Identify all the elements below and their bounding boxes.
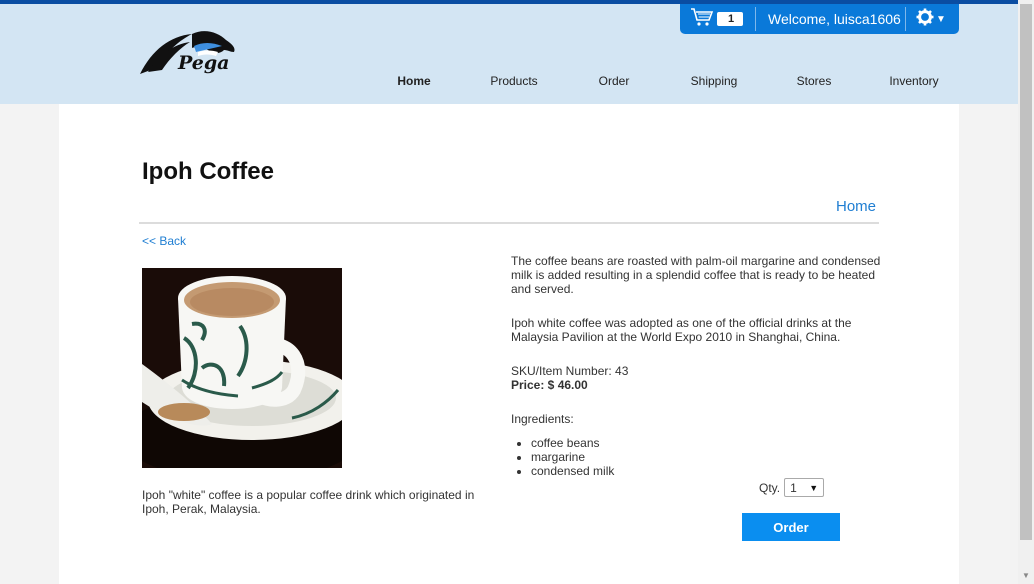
nav-item-shipping[interactable]: Shipping bbox=[664, 74, 764, 88]
nav-item-home[interactable]: Home bbox=[364, 74, 464, 88]
user-bar: 1 Welcome, luisca1606 ▼ bbox=[680, 4, 959, 34]
header: Pega 1 Welcome, luisca1606 ▼ Home Produc… bbox=[0, 4, 1018, 104]
quantity-select[interactable]: 1 ▼ bbox=[784, 478, 825, 497]
description-paragraph: The coffee beans are roasted with palm-o… bbox=[511, 254, 881, 296]
logo-wordmark: Pega bbox=[178, 52, 230, 74]
list-item: margarine bbox=[531, 450, 886, 464]
back-link[interactable]: << Back bbox=[142, 234, 186, 248]
image-caption: Ipoh "white" coffee is a popular coffee … bbox=[142, 488, 475, 516]
cart-count-badge: 1 bbox=[717, 12, 744, 26]
ingredients-list: coffee beans margarine condensed milk bbox=[511, 436, 886, 478]
cart-button[interactable]: 1 bbox=[680, 4, 755, 34]
gear-icon bbox=[916, 8, 934, 31]
nav-item-products[interactable]: Products bbox=[464, 74, 564, 88]
product-description: The coffee beans are roasted with palm-o… bbox=[511, 254, 886, 478]
chevron-down-icon: ▼ bbox=[936, 13, 946, 25]
description-paragraph: Ipoh white coffee was adopted as one of … bbox=[511, 316, 852, 344]
list-item: condensed milk bbox=[531, 464, 886, 478]
ingredients-label: Ingredients: bbox=[511, 412, 574, 426]
scrollbar-thumb[interactable] bbox=[1020, 4, 1032, 540]
scroll-down-icon[interactable]: ▼ bbox=[1022, 571, 1030, 580]
nav-item-inventory[interactable]: Inventory bbox=[864, 74, 964, 88]
cart-icon bbox=[690, 7, 714, 32]
product-detail-panel: Ipoh Coffee Home << Back Ipoh "white" co… bbox=[59, 104, 959, 584]
vertical-scrollbar[interactable]: ▼ bbox=[1018, 0, 1034, 584]
list-item: coffee beans bbox=[531, 436, 886, 450]
price-text: Price: $ 46.00 bbox=[511, 378, 588, 392]
qty-label: Qty. bbox=[759, 480, 781, 495]
settings-menu-button[interactable]: ▼ bbox=[906, 8, 946, 31]
qty-value: 1 bbox=[790, 480, 797, 495]
product-image bbox=[142, 268, 342, 468]
divider bbox=[139, 222, 879, 224]
pega-logo[interactable]: Pega bbox=[138, 28, 242, 78]
quantity-control: Qty. 1 ▼ bbox=[759, 478, 825, 497]
nav-item-stores[interactable]: Stores bbox=[764, 74, 864, 88]
breadcrumb-home-link[interactable]: Home bbox=[836, 198, 876, 215]
main-nav: Home Products Order Shipping Stores Inve… bbox=[364, 74, 964, 88]
nav-item-order[interactable]: Order bbox=[564, 74, 664, 88]
order-button[interactable]: Order bbox=[742, 513, 840, 541]
welcome-text: Welcome, luisca1606 bbox=[768, 11, 901, 27]
sku-text: SKU/Item Number: 43 bbox=[511, 364, 629, 378]
page-title: Ipoh Coffee bbox=[142, 158, 274, 185]
chevron-down-icon: ▼ bbox=[809, 482, 819, 493]
